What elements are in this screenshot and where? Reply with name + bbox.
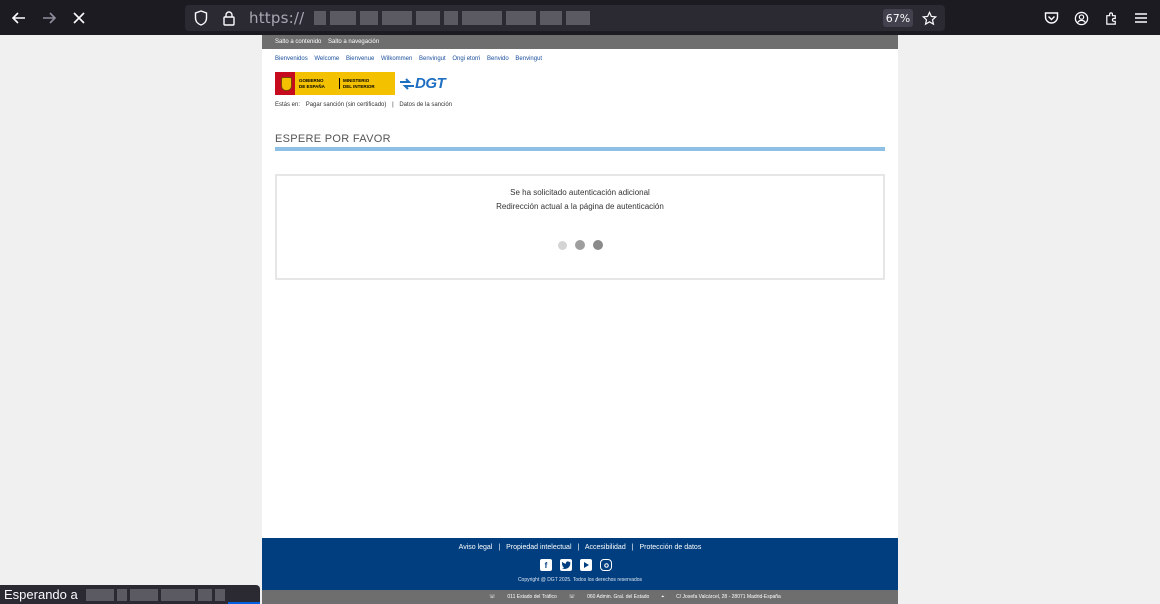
page-title: ESPERE POR FAVOR — [275, 133, 391, 145]
shield-icon[interactable] — [193, 10, 209, 26]
puzzle-icon — [1105, 11, 1116, 25]
contact-trafico: 011 Estado del Tráfico — [507, 594, 557, 600]
lang-link-es[interactable]: Bienvenidos — [275, 56, 308, 62]
back-arrow-icon — [11, 11, 25, 24]
dgt-arrows-icon — [400, 77, 414, 90]
breadcrumb-item-pagar[interactable]: Pagar sanción (sin certificado) — [306, 102, 387, 108]
title-underline — [275, 147, 885, 151]
loading-spinner — [558, 240, 603, 250]
footer-separator: | — [498, 544, 501, 551]
lang-link-ca[interactable]: Benvingut — [419, 56, 446, 62]
url-text: https:// — [249, 9, 305, 27]
breadcrumb-label: Estás en: — [275, 102, 301, 108]
redacted-url — [314, 11, 591, 25]
facebook-icon[interactable]: f — [540, 559, 552, 571]
gob-line2: DE ESPAÑA — [299, 83, 325, 89]
contact-address: C/ Josefa Valcárcel, 28 - 28071 Madrid-E… — [676, 594, 781, 600]
dgt-logo[interactable]: DGT — [399, 75, 446, 92]
contact-bar: ☏ 011 Estado del Tráfico ☏ 060 Admin. Gr… — [262, 590, 898, 604]
skip-to-navigation-link[interactable]: Salto a navegación — [328, 39, 379, 45]
hamburger-icon — [1135, 13, 1147, 23]
pocket-icon — [1044, 12, 1058, 24]
coat-of-arms-icon — [275, 72, 295, 95]
pocket-button[interactable] — [1040, 5, 1062, 31]
lock-icon[interactable] — [221, 10, 237, 26]
lang-link-de[interactable]: Wilkommen — [381, 56, 412, 62]
footer-link-accesibilidad[interactable]: Accesibilidad — [585, 544, 626, 551]
location-pin-icon: ⌖ — [661, 594, 665, 600]
auth-message-card: Se ha solicitado autenticación adicional… — [275, 174, 885, 280]
back-button[interactable] — [4, 3, 34, 33]
social-links: f — [540, 559, 612, 571]
phone-icon: ☏ — [489, 594, 496, 600]
forward-arrow-icon — [43, 11, 57, 24]
instagram-icon[interactable] — [600, 559, 612, 571]
loading-dot — [558, 240, 567, 250]
footer-link-aviso-legal[interactable]: Aviso legal — [459, 544, 493, 551]
gobierno-text: GOBIERNO DE ESPAÑA — [299, 78, 335, 89]
menu-button[interactable] — [1130, 5, 1152, 31]
ministry-line2: DEL INTERIOR — [343, 83, 375, 89]
status-text: Esperando a — [4, 587, 78, 602]
copyright-text: Copyright @ DGT 2025. Todos los derechos… — [517, 577, 643, 583]
auth-message-line2: Redirección actual a la página de autent… — [496, 202, 664, 211]
status-panel: Esperando a — [0, 585, 260, 604]
toolbar-right — [1040, 5, 1152, 31]
contact-admin: 060 Admin. Gral. del Estado — [587, 594, 650, 600]
header-logos[interactable]: GOBIERNO DE ESPAÑA MINISTERIO DEL INTERI… — [275, 72, 446, 95]
skip-to-content-link[interactable]: Salto a contenido — [275, 39, 321, 45]
zoom-level[interactable]: 67% — [883, 9, 913, 27]
ministry-text: MINISTERIO DEL INTERIOR — [339, 78, 375, 89]
footer: Aviso legal | Propiedad intelectual | Ac… — [262, 538, 898, 590]
breadcrumb: Estás en: Pagar sanción (sin certificado… — [275, 102, 456, 108]
dgt-text: DGT — [415, 75, 446, 92]
loading-dot — [575, 240, 585, 250]
lang-link-fr[interactable]: Bienvenue — [346, 56, 374, 62]
forward-button[interactable] — [34, 3, 64, 33]
footer-separator: | — [577, 544, 580, 551]
browser-toolbar: https:// 67% — [0, 0, 1160, 35]
lang-link-eu[interactable]: Ongi etorri — [452, 56, 480, 62]
footer-link-proteccion[interactable]: Protección de datos — [639, 544, 701, 551]
footer-links: Aviso legal | Propiedad intelectual | Ac… — [262, 544, 898, 551]
lang-link-va[interactable]: Benvingut — [515, 56, 542, 62]
footer-separator: | — [631, 544, 634, 551]
breadcrumb-separator: | — [392, 102, 394, 108]
account-icon — [1074, 11, 1088, 25]
twitter-icon[interactable] — [560, 559, 572, 571]
url-bar[interactable]: https:// 67% — [185, 5, 945, 31]
language-bar: Bienvenidos Welcome Bienvenue Wilkommen … — [262, 49, 898, 67]
lang-link-en[interactable]: Welcome — [314, 56, 339, 62]
extensions-button[interactable] — [1100, 5, 1122, 31]
loading-dot — [593, 240, 603, 250]
web-page: Salto a contenido Salto a navegación Bie… — [262, 35, 898, 604]
close-icon — [73, 11, 85, 24]
bookmark-star-icon[interactable] — [919, 8, 939, 28]
footer-link-propiedad[interactable]: Propiedad intelectual — [506, 544, 571, 551]
skip-links-bar: Salto a contenido Salto a navegación — [262, 35, 898, 49]
youtube-icon[interactable] — [580, 559, 592, 571]
phone-icon: ☏ — [568, 594, 576, 600]
breadcrumb-item-datos: Datos de la sanción — [399, 102, 453, 108]
stop-button[interactable] — [64, 3, 94, 33]
redacted-host — [85, 588, 225, 601]
lang-link-gl[interactable]: Benvido — [487, 56, 509, 62]
account-button[interactable] — [1070, 5, 1092, 31]
gobierno-logo[interactable]: GOBIERNO DE ESPAÑA MINISTERIO DEL INTERI… — [275, 72, 395, 95]
auth-message-line1: Se ha solicitado autenticación adicional — [510, 188, 650, 197]
